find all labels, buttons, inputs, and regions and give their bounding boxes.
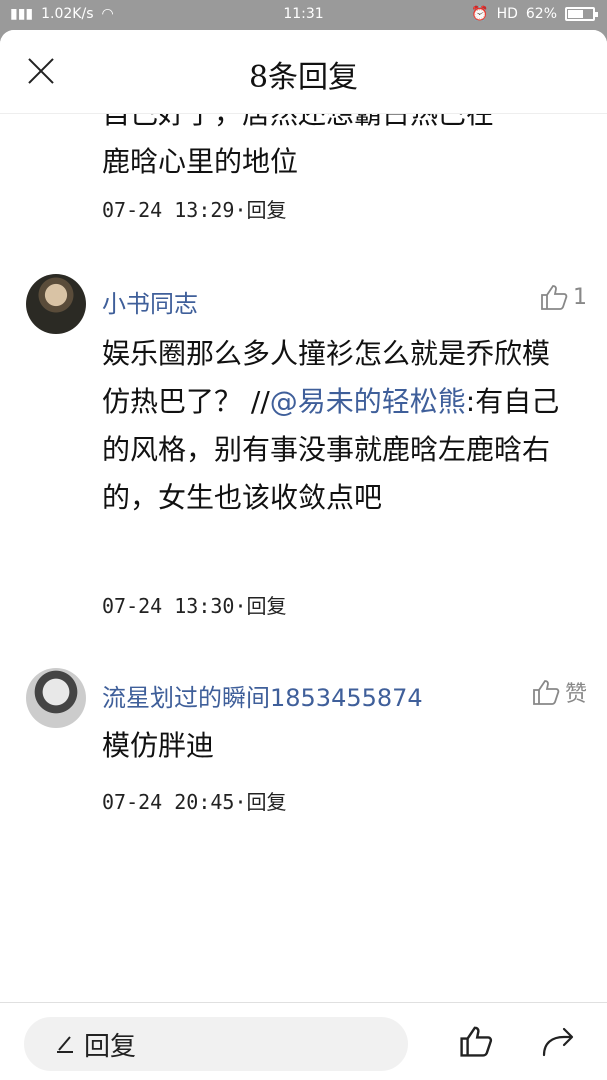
reply-list[interactable]: 自己好了，居然还想霸占热巴在 鹿晗心里的地位 07-24 13:29·回复 小书… xyxy=(0,114,607,1002)
share-icon[interactable] xyxy=(540,1023,578,1059)
like-button[interactable]: 赞 xyxy=(531,676,587,708)
username[interactable]: 流星划过的瞬间1853455874 xyxy=(102,678,423,713)
avatar[interactable] xyxy=(26,274,86,334)
like-count: 赞 xyxy=(564,682,587,707)
username[interactable]: 小书同志 xyxy=(102,284,198,319)
thumbs-up-icon xyxy=(541,285,568,310)
reply-link[interactable]: 回复 xyxy=(247,198,287,222)
reply-input[interactable]: 回复 xyxy=(24,1017,408,1071)
comment-body: 模仿胖迪 xyxy=(102,729,215,762)
like-count: 1 xyxy=(573,284,587,310)
comment-body: 娱乐圈那么多人撞衫怎么就是乔欣模仿热巴了？ //@易未的轻松熊:有自己的风格，别… xyxy=(102,337,560,514)
mention-link[interactable]: @易未的轻松熊 xyxy=(270,385,466,418)
pen-icon xyxy=(57,1036,73,1053)
comment-body-cut: 自己好了，居然还想霸占热巴在 xyxy=(102,114,572,138)
battery-percent: 62% xyxy=(525,6,557,22)
replies-sheet: 8条回复 自己好了，居然还想霸占热巴在 鹿晗心里的地位 07-24 13:29·… xyxy=(0,30,607,1080)
comment-time: 07-24 13:30 xyxy=(102,594,235,618)
reply-link[interactable]: 回复 xyxy=(247,790,287,814)
avatar[interactable] xyxy=(26,668,86,728)
hd-indicator: HD xyxy=(496,6,518,22)
comment-body: 鹿晗心里的地位 xyxy=(102,145,299,178)
thumbs-up-icon xyxy=(533,680,560,705)
comment-time: 07-24 20:45 xyxy=(102,790,235,814)
battery-fill xyxy=(568,10,583,18)
sheet-header: 8条回复 xyxy=(0,30,607,114)
status-bar: ▮▮▮ 1.02K/s ◠ 11:31 ⏰ HD 62% xyxy=(0,0,607,30)
thumbs-up-icon[interactable] xyxy=(458,1023,494,1059)
reply-link[interactable]: 回复 xyxy=(247,594,287,618)
like-button[interactable]: 1 xyxy=(539,282,587,312)
reply-input-label: 回复 xyxy=(84,1031,137,1062)
comment-time: 07-24 13:29 xyxy=(102,198,235,222)
page-title: 8条回复 xyxy=(248,60,359,95)
alarm-icon: ⏰ xyxy=(471,6,489,22)
battery-icon xyxy=(565,7,598,21)
bottom-bar: 回复 xyxy=(0,1002,607,1080)
list-item: 自己好了，居然还想霸占热巴在 鹿晗心里的地位 07-24 13:29·回复 xyxy=(102,114,572,223)
